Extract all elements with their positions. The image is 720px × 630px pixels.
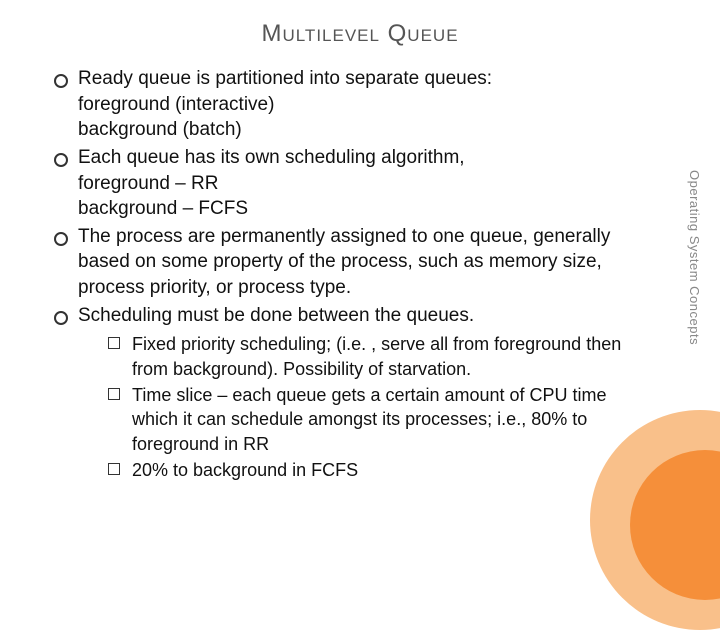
bullet-text: Scheduling must be done between the queu… — [78, 303, 642, 329]
sub-item: Time slice – each queue gets a certain a… — [108, 383, 642, 456]
bullet-text: background (batch) — [78, 117, 642, 143]
bullet-text: Each queue has its own scheduling algori… — [78, 145, 642, 171]
content-area: Ready queue is partitioned into separate… — [50, 66, 670, 482]
bullet-list: Ready queue is partitioned into separate… — [50, 66, 642, 482]
bullet-text: background – FCFS — [78, 196, 642, 222]
bullet-item: Scheduling must be done between the queu… — [50, 303, 642, 482]
bullet-text: foreground – RR — [78, 171, 642, 197]
sub-item: Fixed priority scheduling; (i.e. , serve… — [108, 332, 642, 381]
sub-item: 20% to background in FCFS — [108, 458, 642, 482]
bullet-text: foreground (interactive) — [78, 92, 642, 118]
bullet-text: Ready queue is partitioned into separate… — [78, 66, 642, 92]
bullet-item: Each queue has its own scheduling algori… — [50, 145, 642, 222]
bullet-text: The process are permanently assigned to … — [78, 224, 642, 301]
side-label: Operating System Concepts — [687, 170, 702, 345]
bullet-item: The process are permanently assigned to … — [50, 224, 642, 301]
page-title: Multilevel Queue — [50, 20, 670, 48]
slide: Multilevel Queue Ready queue is partitio… — [0, 0, 720, 540]
sub-list: Fixed priority scheduling; (i.e. , serve… — [78, 332, 642, 482]
bullet-item: Ready queue is partitioned into separate… — [50, 66, 642, 143]
